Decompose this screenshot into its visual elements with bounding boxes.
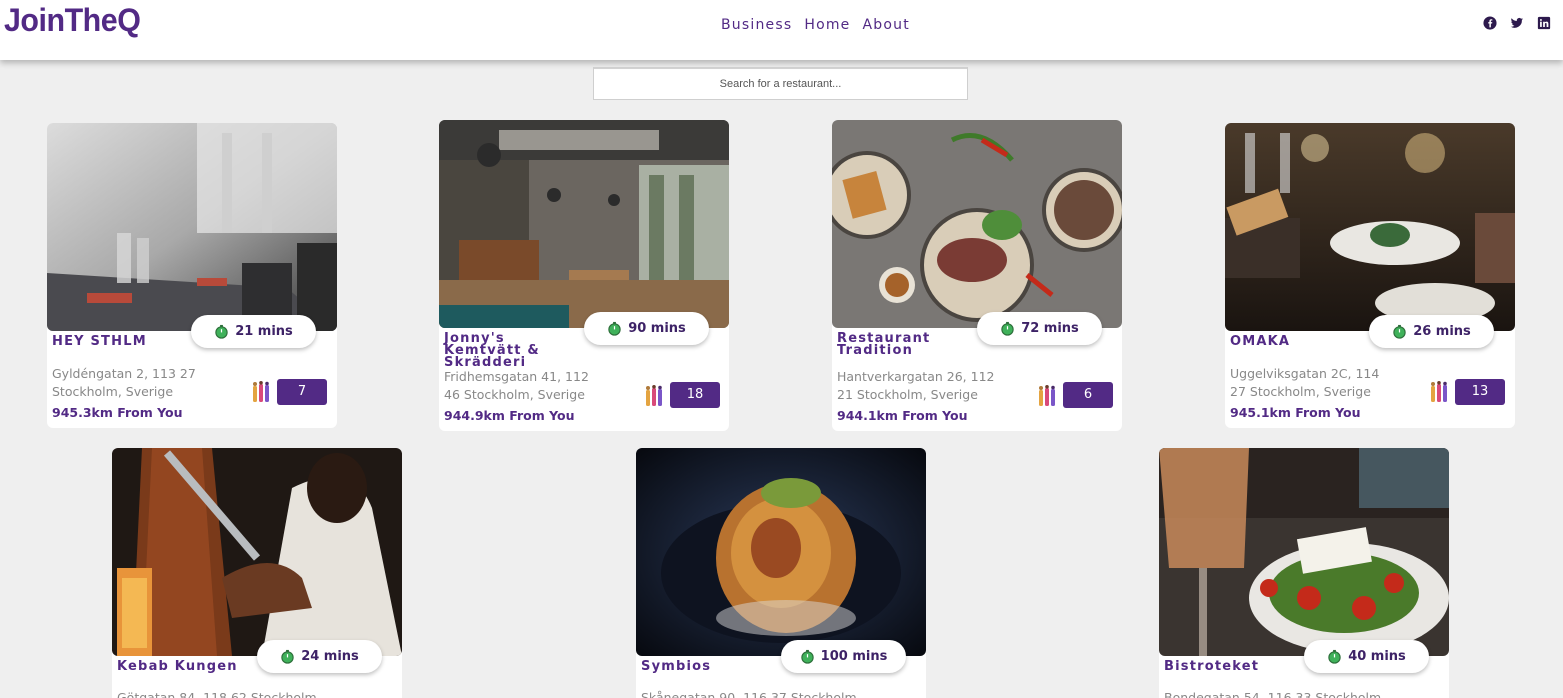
restaurant-address: Gyldéngatan 2, 113 27 Stockholm, Sverige: [52, 366, 196, 399]
stopwatch-icon: [281, 649, 294, 664]
wait-time-badge: 90 mins: [584, 312, 709, 345]
nav-about[interactable]: About: [863, 17, 910, 33]
main-nav: Business Home About: [721, 17, 922, 33]
stopwatch-icon: [1328, 649, 1341, 664]
wait-time: 40 mins: [1348, 649, 1406, 664]
people-queue-icon: [253, 381, 269, 402]
wait-time: 26 mins: [1413, 324, 1471, 339]
wait-time: 90 mins: [628, 321, 686, 336]
restaurant-address: Skånegatan 90, 116 37 Stockholm: [641, 690, 857, 698]
restaurant-card[interactable]: 100 mins Symbios Skånegatan 90, 116 37 S…: [636, 448, 926, 698]
twitter-icon[interactable]: [1510, 16, 1524, 30]
restaurant-address: Götgatan 84, 118 62 Stockholm: [117, 690, 317, 698]
site-logo[interactable]: JoinTheQ: [4, 2, 141, 39]
facebook-icon[interactable]: [1483, 16, 1497, 30]
restaurant-distance: 944.9km From You: [444, 408, 575, 423]
queue-count: 6: [1063, 382, 1113, 408]
restaurant-image: [47, 123, 337, 331]
restaurant-image: [1159, 448, 1449, 656]
restaurant-address: Bondegatan 54, 116 33 Stockholm: [1164, 690, 1382, 698]
wait-time-badge: 72 mins: [977, 312, 1102, 345]
restaurant-distance: 945.1km From You: [1230, 405, 1361, 420]
people-queue-icon: [1039, 385, 1055, 406]
wait-time-badge: 100 mins: [781, 640, 906, 673]
restaurant-card[interactable]: 21 mins HEY STHLM Gyldéngatan 2, 113 27 …: [47, 123, 337, 428]
restaurant-image: [439, 120, 729, 328]
restaurant-name[interactable]: Jonny's Kemtvätt & Skrädderi: [444, 332, 584, 369]
restaurant-name[interactable]: OMAKA: [1230, 335, 1370, 348]
restaurant-distance: 945.3km From You: [52, 405, 183, 420]
queue-count: 13: [1455, 379, 1505, 405]
restaurant-image: [112, 448, 402, 656]
restaurant-card[interactable]: 72 mins Restaurant Tradition Hantverkarg…: [832, 120, 1122, 431]
people-queue-icon: [1431, 381, 1447, 402]
stopwatch-icon: [1001, 321, 1014, 336]
linkedin-icon[interactable]: [1537, 16, 1551, 30]
restaurant-name[interactable]: Kebab Kungen: [117, 660, 257, 673]
restaurant-image: [1225, 123, 1515, 331]
restaurant-name[interactable]: Bistroteket: [1164, 660, 1304, 673]
restaurant-card[interactable]: 26 mins OMAKA Uggelviksgatan 2C, 114 27 …: [1225, 123, 1515, 428]
restaurant-image: [832, 120, 1122, 328]
stopwatch-icon: [800, 649, 814, 664]
restaurant-address: Hantverkargatan 26, 112 21 Stockholm, Sv…: [837, 369, 995, 402]
people-queue-icon: [646, 385, 662, 406]
queue-count: 18: [670, 382, 720, 408]
restaurant-card[interactable]: 40 mins Bistroteket Bondegatan 54, 116 3…: [1159, 448, 1449, 698]
restaurant-name[interactable]: HEY STHLM: [52, 335, 192, 348]
social-links: [1483, 16, 1551, 30]
wait-time-badge: 24 mins: [257, 640, 382, 673]
search-input[interactable]: Search for a restaurant...: [593, 67, 968, 100]
stopwatch-icon: [608, 321, 621, 336]
wait-time-badge: 26 mins: [1369, 315, 1494, 348]
nav-business[interactable]: Business: [721, 17, 792, 33]
restaurant-address: Fridhemsgatan 41, 112 46 Stockholm, Sver…: [444, 369, 589, 402]
wait-time: 72 mins: [1021, 321, 1079, 336]
restaurant-address: Uggelviksgatan 2C, 114 27 Stockholm, Sve…: [1230, 366, 1380, 399]
wait-time: 100 mins: [820, 649, 888, 664]
restaurant-card[interactable]: 90 mins Jonny's Kemtvätt & Skrädderi Fri…: [439, 120, 729, 431]
restaurant-distance: 944.1km From You: [837, 408, 968, 423]
queue-count: 7: [277, 379, 327, 405]
wait-time-badge: 40 mins: [1304, 640, 1429, 673]
stopwatch-icon: [215, 324, 228, 339]
wait-time: 21 mins: [235, 324, 293, 339]
restaurant-card[interactable]: 24 mins Kebab Kungen Götgatan 84, 118 62…: [112, 448, 402, 698]
nav-home[interactable]: Home: [804, 17, 850, 33]
wait-time-badge: 21 mins: [191, 315, 316, 348]
restaurant-image: [636, 448, 926, 656]
top-navbar: JoinTheQ Business Home About: [0, 0, 1563, 60]
stopwatch-icon: [1393, 324, 1406, 339]
restaurant-name[interactable]: Restaurant Tradition: [837, 332, 947, 357]
wait-time: 24 mins: [301, 649, 359, 664]
restaurant-name[interactable]: Symbios: [641, 660, 781, 673]
